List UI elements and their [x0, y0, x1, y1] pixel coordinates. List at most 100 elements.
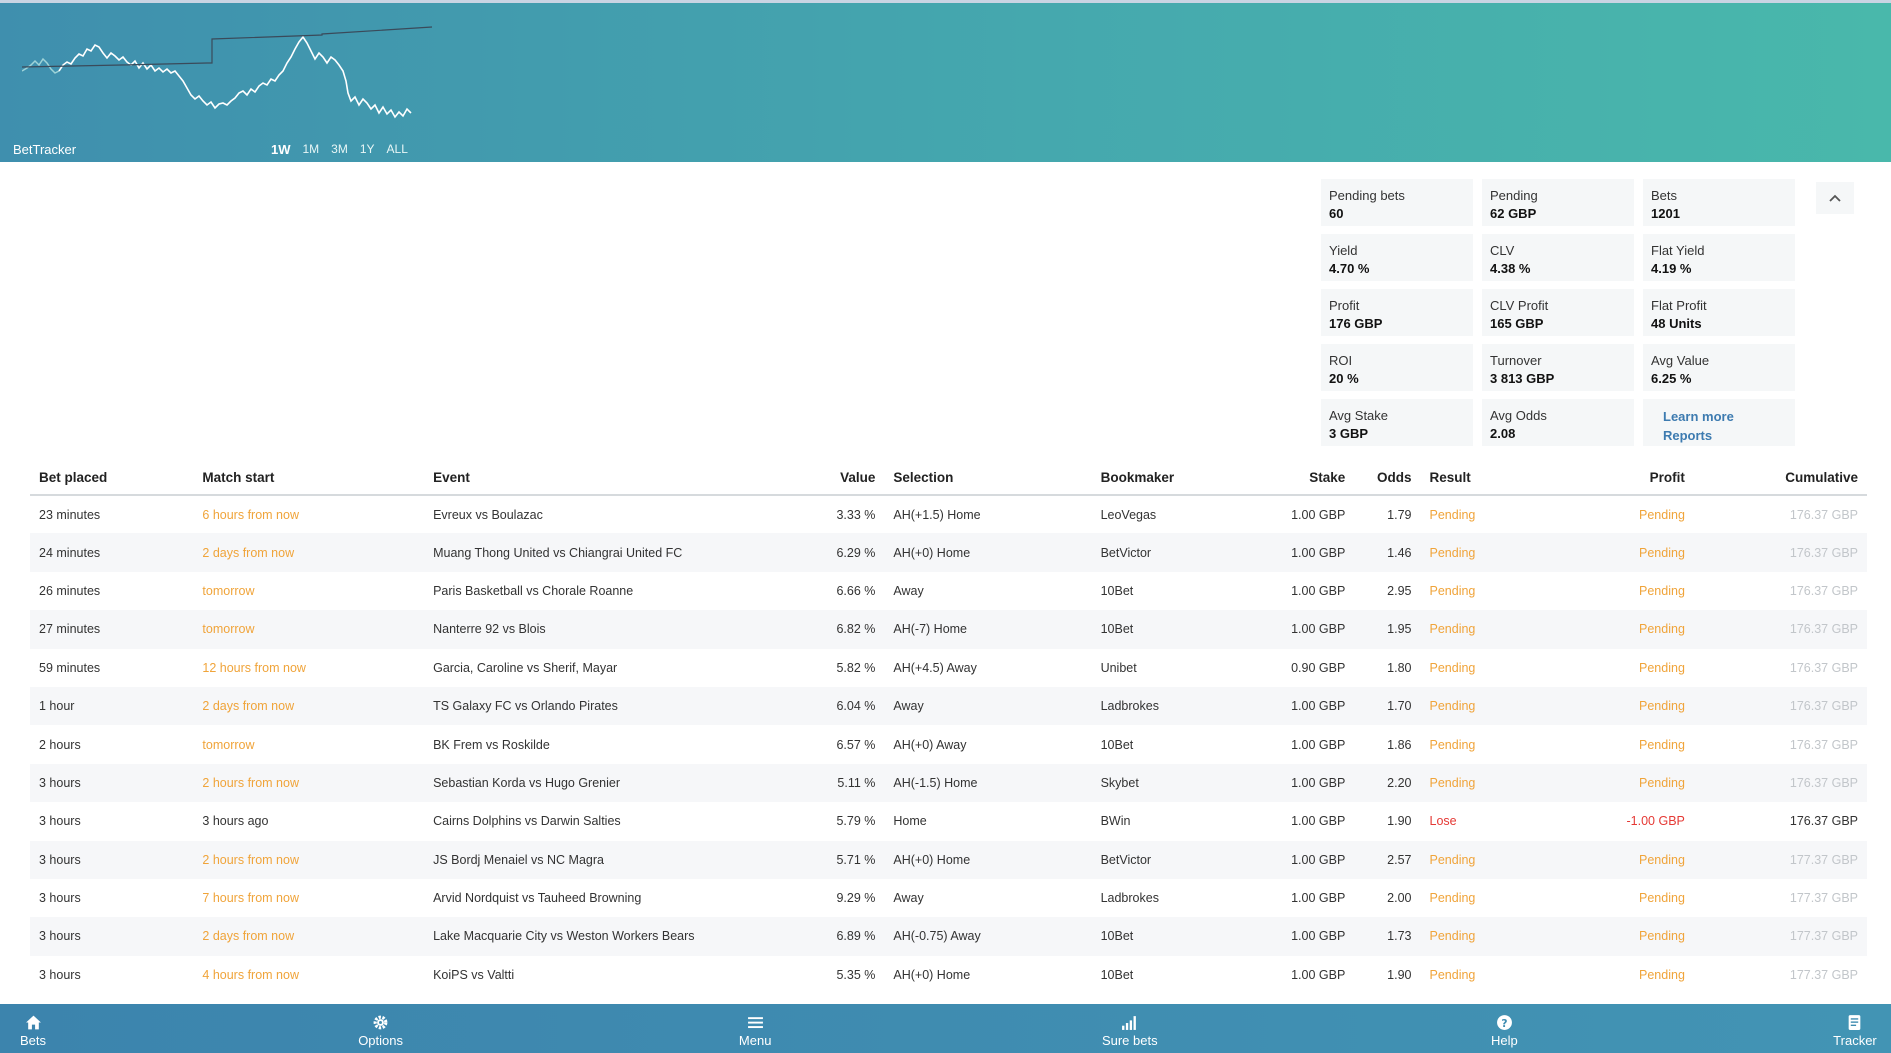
cell-value: 3.33 % — [836, 507, 876, 522]
signal-bars-icon — [1122, 1015, 1137, 1030]
cell-bet-placed: 26 minutes — [39, 583, 101, 598]
stat-value: 2.08 — [1490, 426, 1516, 441]
table-row[interactable]: 23 minutes 6 hours from now Evreux vs Boul… — [30, 495, 1867, 533]
cell-match-start: 3 hours ago — [202, 814, 269, 829]
header-banner: BetTracker 1W 1M 3M 1Y ALL — [0, 0, 1891, 162]
cell-profit: Pending — [1591, 610, 1694, 649]
learn-more-link[interactable]: Learn more — [1651, 407, 1795, 426]
table-row[interactable]: 3 hours 4 hours from now KoiPS vs Valtti 5.… — [30, 956, 1867, 994]
stat-clv: CLV 4.38 % — [1482, 234, 1634, 281]
stat-label: CLV Profit — [1490, 298, 1549, 313]
col-event[interactable]: Event — [424, 460, 798, 496]
links-box: Learn more Reports — [1643, 399, 1795, 446]
cell-selection: AH(-1.5) Home — [884, 763, 1092, 803]
cell-result: Pending — [1420, 840, 1592, 879]
cell-result: Pending — [1420, 686, 1592, 726]
cell-stake: 1.00 GBP — [1291, 814, 1346, 829]
cell-cumulative: 176.37 GBP — [1789, 814, 1858, 829]
col-selection[interactable]: Selection — [884, 460, 1092, 496]
cell-selection: Away — [884, 686, 1092, 726]
cell-bet-placed: 3 hours — [30, 840, 194, 879]
menu-icon — [747, 1016, 763, 1028]
cell-result: Pending — [1429, 891, 1476, 906]
cell-bet-placed: 2 hours — [39, 737, 81, 752]
stat-label: Pending — [1490, 188, 1538, 203]
cell-event: Nanterre 92 vs Blois — [424, 610, 798, 649]
collapse-button[interactable] — [1816, 182, 1854, 214]
cell-value: 6.57 % — [836, 737, 876, 752]
col-cumulative[interactable]: Cumulative — [1693, 460, 1867, 496]
stat-roi: ROI 20 % — [1321, 344, 1473, 391]
cell-profit: Pending — [1591, 533, 1694, 572]
cell-bet-placed: 3 hours — [30, 917, 194, 956]
table-row[interactable]: 59 minutes 12 hours from now Garcia, Carol… — [30, 649, 1867, 687]
nav-bets[interactable]: Bets — [0, 1010, 66, 1048]
table-row[interactable]: 3 hours 2 hours from now Sebastian Korda v… — [30, 763, 1867, 803]
cell-stake: 1.00 GBP — [1251, 917, 1355, 956]
range-1y[interactable]: 1Y — [360, 142, 375, 157]
col-result[interactable]: Result — [1420, 460, 1592, 496]
nav-label: Bets — [19, 1032, 46, 1048]
col-stake[interactable]: Stake — [1251, 460, 1355, 496]
cell-selection: Away — [893, 583, 924, 598]
nav-label: Sure bets — [1101, 1032, 1158, 1048]
range-all[interactable]: ALL — [387, 142, 408, 157]
nav-options[interactable]: Options — [321, 1010, 441, 1048]
table-row[interactable]: 3 hours 2 hours from now JS Bordj Menaiel … — [30, 840, 1867, 879]
stat-value: 4.38 % — [1490, 261, 1531, 276]
table-row[interactable]: 26 minutes tomorrow Paris Basketball vs Ch… — [30, 572, 1867, 610]
cell-odds: 1.90 — [1387, 967, 1412, 982]
col-bookmaker[interactable]: Bookmaker — [1091, 460, 1252, 496]
range-1m[interactable]: 1M — [303, 142, 320, 157]
cell-bookmaker: 10Bet — [1100, 737, 1134, 752]
cell-value: 9.29 % — [836, 891, 876, 906]
table-row[interactable]: 3 hours 3 hours ago Cairns Dolphins vs Dar… — [30, 802, 1867, 840]
cell-bookmaker: BWin — [1100, 814, 1131, 829]
cell-bet-placed: 3 hours — [30, 763, 194, 803]
nav-menu[interactable]: Menu — [695, 1010, 815, 1048]
table-row[interactable]: 3 hours 2 days from now Lake Macquarie Cit… — [30, 917, 1867, 956]
cell-match-start: 2 days from now — [193, 917, 425, 956]
col-value[interactable]: Value — [797, 460, 885, 496]
stat-label: Pending bets — [1329, 188, 1405, 203]
stat-label: Avg Stake — [1329, 408, 1389, 423]
cell-bet-placed: 59 minutes — [39, 660, 101, 675]
col-profit[interactable]: Profit — [1591, 460, 1694, 496]
col-bet-placed[interactable]: Bet placed — [30, 460, 194, 496]
table-row[interactable]: 27 minutes tomorrow Nanterre 92 vs Blois 6.… — [30, 610, 1867, 649]
stat-label: ROI — [1329, 353, 1353, 368]
cell-bookmaker: Unibet — [1100, 660, 1137, 675]
cell-cumulative: 177.37 GBP — [1789, 967, 1858, 982]
col-match-start[interactable]: Match start — [193, 460, 425, 496]
cell-event: Paris Basketball vs Chorale Roanne — [433, 583, 634, 598]
nav-help[interactable]: ? Help — [1444, 1010, 1564, 1048]
cell-selection: AH(-0.75) Away — [884, 917, 1092, 956]
nav-tracker[interactable]: Tracker — [1819, 1010, 1891, 1048]
cell-value: 6.29 % — [797, 533, 885, 572]
col-odds[interactable]: Odds — [1354, 460, 1421, 496]
table-row[interactable]: 2 hours tomorrow BK Frem vs Roskilde 6.57 %… — [30, 725, 1867, 763]
cell-cumulative: 177.37 GBP — [1789, 891, 1858, 906]
cell-bet-placed: 3 hours — [39, 967, 81, 982]
stat-value: 60 — [1329, 206, 1344, 221]
table-row[interactable]: 3 hours 7 hours from now Arvid Nordquist v… — [30, 879, 1867, 917]
range-1w[interactable]: 1W — [271, 142, 291, 157]
nav-sure-bets[interactable]: Sure bets — [1070, 1010, 1190, 1048]
range-3m[interactable]: 3M — [331, 142, 348, 157]
cell-match-start: 7 hours from now — [202, 891, 299, 906]
stat-value: 48 Units — [1651, 316, 1702, 331]
cell-odds: 2.57 — [1354, 840, 1421, 879]
cell-match-start: 4 hours from now — [202, 967, 299, 982]
reports-link[interactable]: Reports — [1651, 426, 1795, 445]
table-row[interactable]: 24 minutes 2 days from now Muang Thong Uni… — [30, 533, 1867, 572]
time-range-selector: 1W 1M 3M 1Y ALL — [271, 142, 408, 157]
cell-profit: Pending — [1639, 967, 1685, 982]
cell-odds: 2.95 — [1387, 583, 1412, 598]
cell-result: Pending — [1429, 660, 1476, 675]
stat-pending-bets: Pending bets 60 — [1321, 179, 1473, 226]
cell-stake: 1.00 GBP — [1291, 583, 1346, 598]
cell-selection: Home — [893, 814, 927, 829]
cell-cumulative: 176.37 GBP — [1693, 610, 1867, 649]
table-row[interactable]: 1 hour 2 days from now TS Galaxy FC vs Orl… — [30, 686, 1867, 726]
stat-flat-profit: Flat Profit 48 Units — [1643, 289, 1795, 336]
